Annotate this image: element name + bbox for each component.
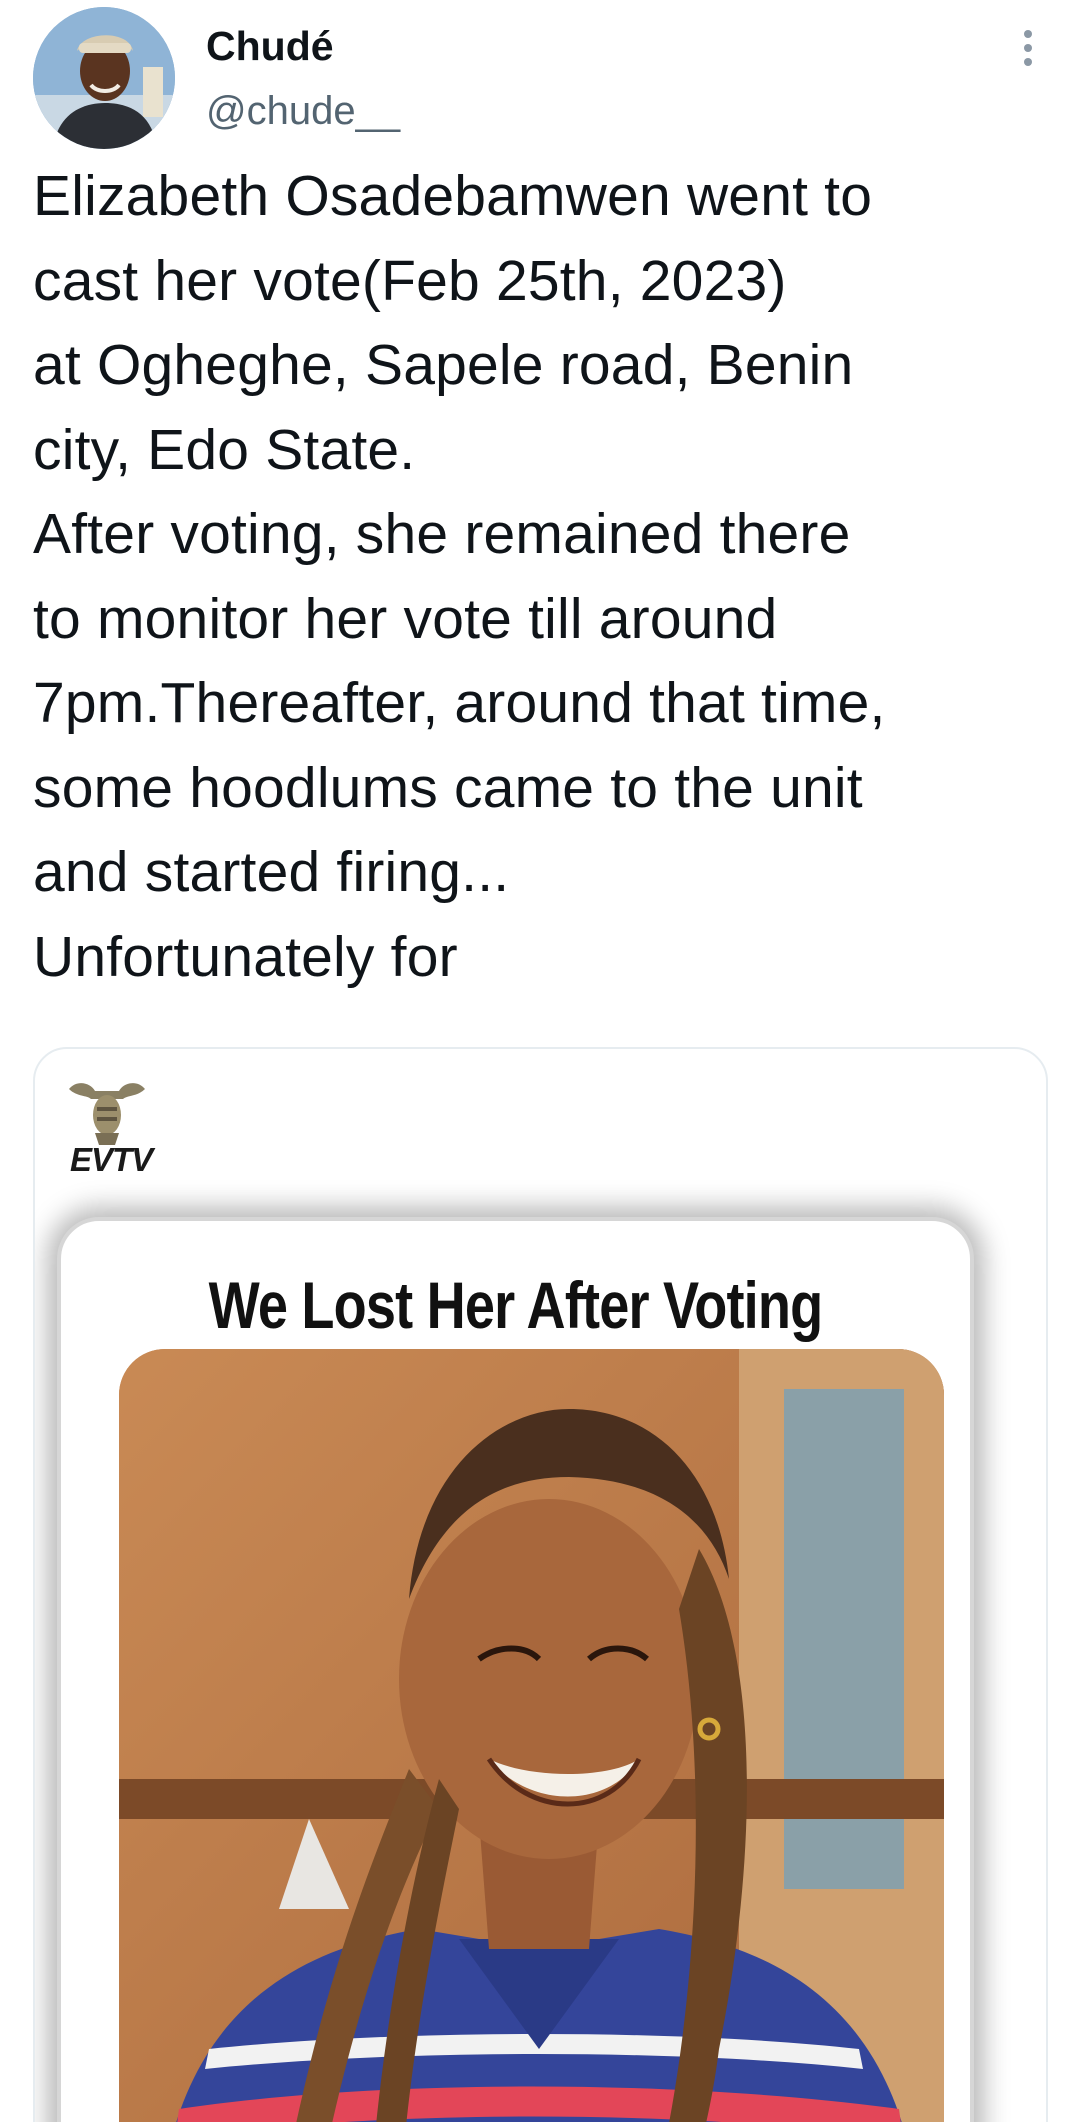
image-headline: We Lost Her After Voting [208,1268,824,1342]
avatar-photo [33,7,175,149]
tweet-text: Elizabeth Osadebamwen went to cast her v… [33,164,886,989]
portrait-illustration [119,1349,944,2122]
tweet: Chudé @chude__ Elizabeth Osadebamwen wen… [0,0,1080,2122]
author-name[interactable]: Chudé [206,22,334,70]
author-handle[interactable]: @chude__ [206,87,400,135]
avatar[interactable] [33,7,175,149]
more-vertical-icon[interactable] [1012,22,1044,76]
portrait-photo [119,1349,944,2122]
logo-text: EVTV [70,1141,153,1178]
image-frame: We Lost Her After Voting [57,1217,974,2122]
tweet-media[interactable]: EVTV We Lost Her After Voting [33,1047,1048,2122]
